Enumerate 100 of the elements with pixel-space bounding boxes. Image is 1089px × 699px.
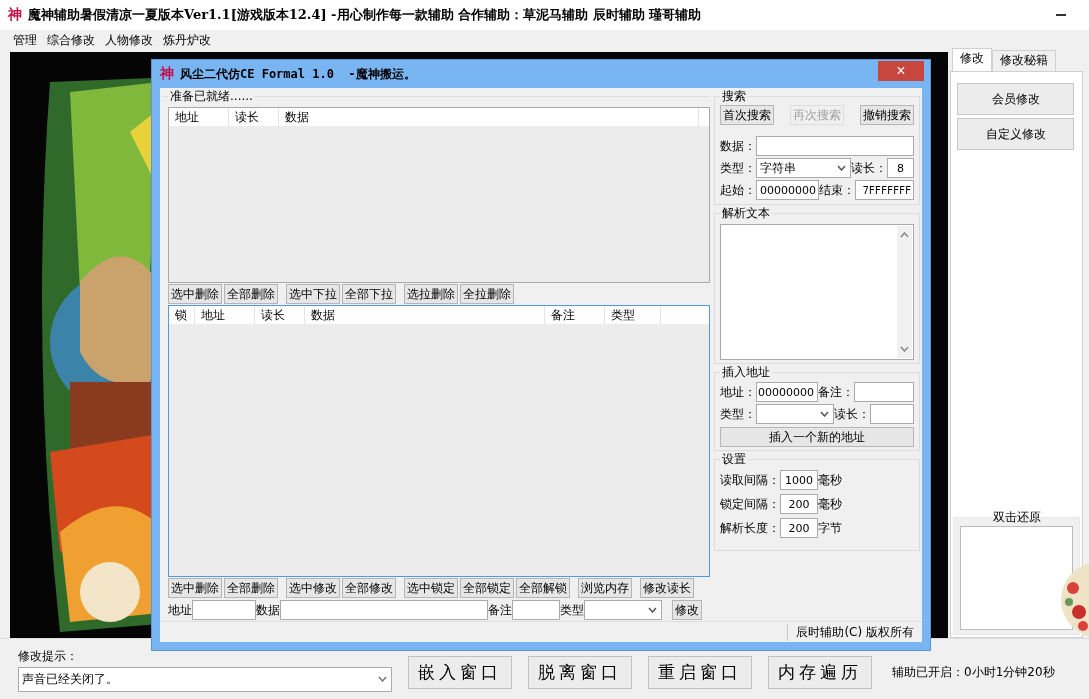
field-label: 地址	[168, 601, 192, 619]
note-input[interactable]	[854, 382, 914, 402]
group-label: 双击还原	[992, 510, 1041, 524]
status-text: 辅助已开启：0小时1分钟20秒	[892, 664, 1055, 681]
setting-input[interactable]: 200	[780, 518, 818, 538]
side-button[interactable]: 会员修改	[957, 83, 1074, 115]
field-label: 读长：	[851, 159, 887, 177]
group-label: 准备已就绪......	[170, 89, 253, 103]
window-button[interactable]: 重启窗口	[648, 656, 752, 689]
column-header[interactable]: 读长	[229, 108, 279, 126]
list-button[interactable]: 选中删除	[168, 284, 222, 304]
caret-icon	[648, 607, 657, 613]
unit-label: 毫秒	[818, 495, 842, 513]
field-label: 数据	[256, 601, 280, 619]
close-button[interactable]: ×	[878, 61, 924, 81]
column-header[interactable]: 数据	[279, 108, 699, 126]
field-label: 数据：	[720, 137, 756, 155]
menu-item[interactable]: 综合修改	[42, 31, 100, 49]
group-label: 搜索	[722, 89, 746, 103]
field-label: 类型：	[720, 159, 756, 177]
scrollbar[interactable]	[897, 226, 912, 358]
list-button[interactable]: 全拉删除	[460, 284, 514, 304]
length-input[interactable]	[870, 404, 914, 424]
menu-item[interactable]: 炼丹炉改	[158, 31, 216, 49]
copyright-text: 辰时辅助(C) 版权所有	[787, 623, 922, 641]
column-header[interactable]: 数据	[305, 306, 545, 324]
data-input[interactable]	[280, 600, 488, 620]
field-label: 读取间隔：	[720, 471, 780, 489]
list-button[interactable]: 全部下拉	[342, 284, 396, 304]
list-button[interactable]: 全部解锁	[516, 578, 570, 598]
list-button[interactable]: 浏览内存	[578, 578, 632, 598]
setting-input[interactable]: 200	[780, 494, 818, 514]
group-label: 插入地址	[722, 365, 770, 379]
search-button[interactable]: 撤销搜索	[860, 105, 914, 125]
column-header[interactable]: 读长	[255, 306, 305, 324]
list-button[interactable]: 全部删除	[224, 578, 278, 598]
menu-item[interactable]: 管理	[8, 31, 42, 49]
caret-icon	[378, 676, 387, 682]
minimize-icon	[1055, 14, 1066, 16]
start-input[interactable]: 00000000	[756, 180, 819, 200]
list-button[interactable]: 选拉删除	[404, 284, 458, 304]
caret-icon	[837, 165, 846, 171]
field-label: 类型：	[720, 405, 756, 423]
field-label: 备注	[488, 601, 512, 619]
field-label: 结束：	[819, 181, 855, 199]
type-dropdown[interactable]: 字符串	[756, 158, 851, 178]
group-label: 设置	[722, 452, 746, 466]
group-label: 解析文本	[722, 206, 770, 220]
insert-button[interactable]: 插入一个新的地址	[720, 427, 914, 447]
window-button[interactable]: 脱离窗口	[528, 656, 632, 689]
field-label: 类型	[560, 601, 584, 619]
tab[interactable]: 修改	[952, 48, 992, 71]
list-button[interactable]: 全部锁定	[460, 578, 514, 598]
app-icon-glyph: 神	[8, 6, 22, 24]
window-button[interactable]: 内存遍历	[768, 656, 872, 689]
side-button[interactable]: 自定义修改	[957, 118, 1074, 150]
type-dropdown[interactable]	[756, 404, 834, 424]
hint-label: 修改提示：	[18, 647, 79, 665]
dialog-title: 风尘二代仿CE Formal 1.0 -魔神搬运。	[180, 65, 416, 83]
column-header[interactable]: 类型	[605, 306, 661, 324]
address-list[interactable]: 锁 地址 读长 数据 备注 类型	[168, 305, 710, 577]
column-header[interactable]: 备注	[545, 306, 605, 324]
unit-label: 字节	[818, 519, 842, 537]
window-button[interactable]: 嵌入窗口	[408, 656, 512, 689]
list-button[interactable]: 选中删除	[168, 578, 222, 598]
end-input[interactable]: 7FFFFFFF	[855, 180, 914, 200]
type-dropdown[interactable]	[584, 600, 662, 620]
note-input[interactable]	[512, 600, 560, 620]
address-input[interactable]	[192, 600, 256, 620]
parse-text-area[interactable]	[720, 224, 914, 360]
unit-label: 毫秒	[818, 471, 842, 489]
list-button[interactable]: 选中修改	[286, 578, 340, 598]
tab[interactable]: 修改秘籍	[992, 50, 1056, 71]
length-input[interactable]: 8	[887, 158, 914, 178]
search-button[interactable]: 首次搜索	[720, 105, 774, 125]
field-label: 地址：	[720, 383, 756, 401]
list-button[interactable]: 选中锁定	[404, 578, 458, 598]
column-header[interactable]: 地址	[195, 306, 255, 324]
data-input[interactable]	[756, 136, 914, 156]
field-label: 备注：	[818, 383, 854, 401]
results-list[interactable]: 地址 读长 数据	[168, 107, 710, 283]
hint-dropdown[interactable]: 声音已经关闭了。	[18, 666, 392, 692]
field-label: 锁定间隔：	[720, 495, 780, 513]
column-header[interactable]: 地址	[169, 108, 229, 126]
field-label: 解析长度：	[720, 519, 780, 537]
setting-input[interactable]: 1000	[780, 470, 818, 490]
list-button[interactable]: 全部删除	[224, 284, 278, 304]
column-header[interactable]: 锁	[169, 306, 195, 324]
list-button[interactable]: 全部修改	[342, 578, 396, 598]
field-label: 读长：	[834, 405, 870, 423]
menu-item[interactable]: 人物修改	[100, 31, 158, 49]
app-icon-glyph: 神	[160, 65, 174, 83]
list-button[interactable]: 选中下拉	[286, 284, 340, 304]
window-title: 魔神辅助暑假清凉一夏版本Ver1.1[游戏版本12.4] -用心制作每一款辅助 合作辅助：草泥马辅助 辰时辅助 瑾哥辅助	[28, 6, 702, 24]
address-input[interactable]: 00000000	[756, 382, 818, 402]
caret-icon	[820, 411, 829, 417]
list-button[interactable]: 修改读长	[640, 578, 694, 598]
field-label: 起始：	[720, 181, 756, 199]
modify-button[interactable]: 修改	[672, 600, 702, 620]
restore-list[interactable]	[960, 526, 1073, 630]
